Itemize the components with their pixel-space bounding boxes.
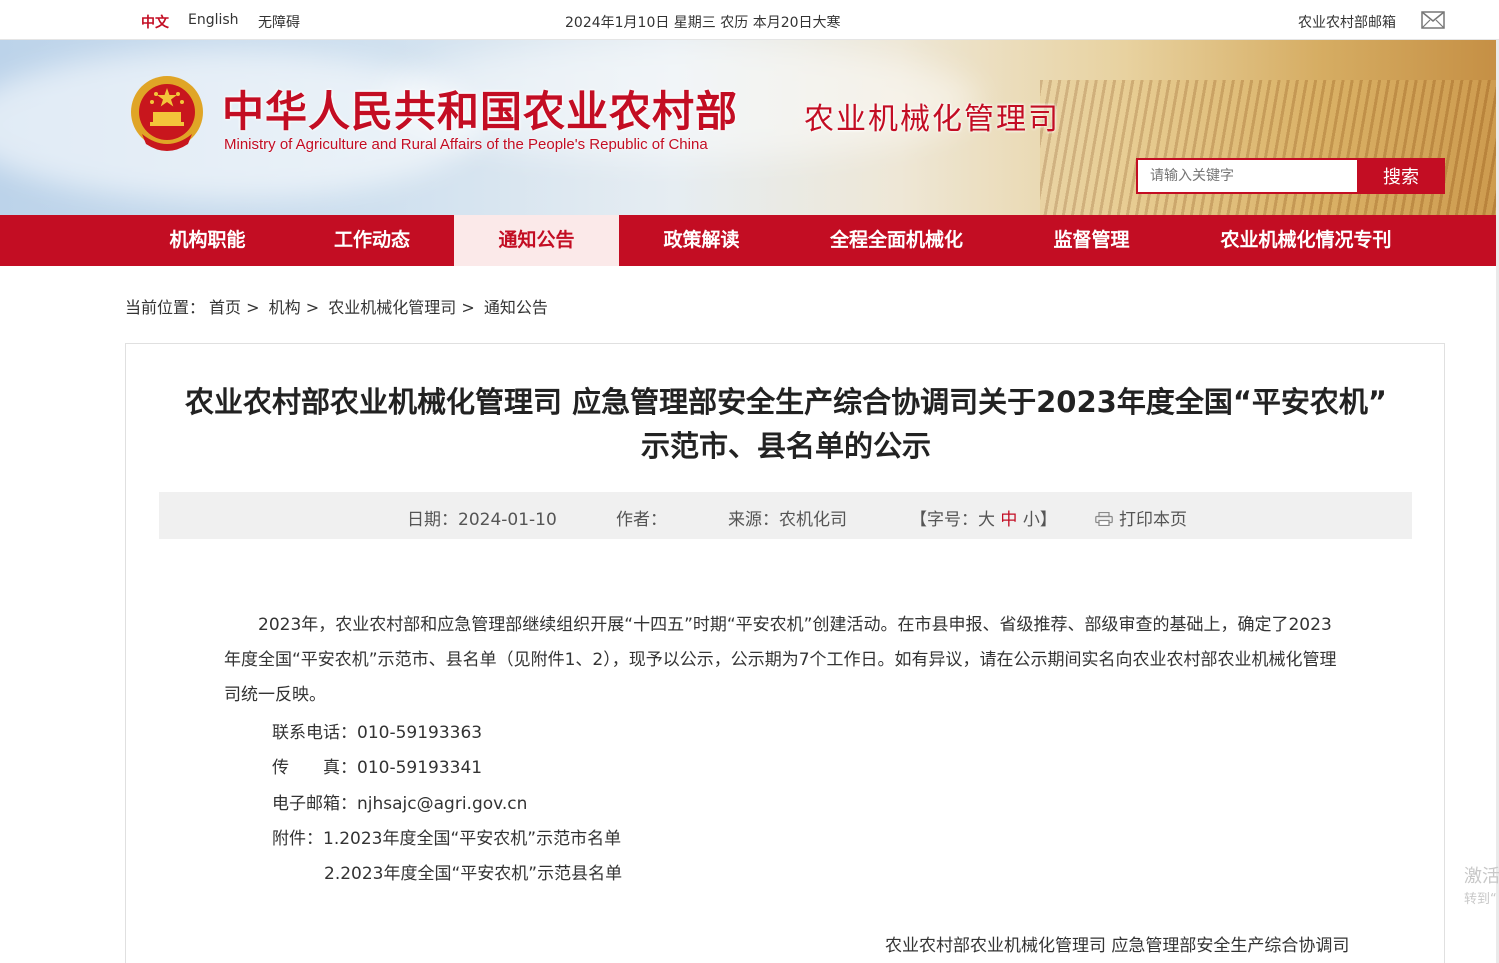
mailbox-link[interactable]: 农业农村部邮箱 <box>1298 12 1396 32</box>
article-meta-bar: 日期：2024-01-10 作者： 来源：农机化司 【字号：大 中 小】 打印本… <box>159 492 1412 539</box>
font-size-medium-button[interactable]: 中 <box>1000 510 1017 530</box>
current-date: 2024年1月10日 星期三 农历 本月20日大寒 <box>565 15 841 31</box>
accessibility-link[interactable]: 无障碍 <box>258 12 300 32</box>
font-size-prefix: 【字号： <box>910 510 978 530</box>
meta-date-label: 日期： <box>407 510 458 530</box>
print-label: 打印本页 <box>1119 510 1187 530</box>
font-size-suffix: 】 <box>1039 510 1057 530</box>
breadcrumb-separator: > <box>246 298 260 317</box>
meta-source: 来源：农机化司 <box>728 505 847 530</box>
site-title[interactable]: 中华人民共和国农业农村部 <box>222 78 738 139</box>
printer-icon <box>1095 512 1113 526</box>
lang-english-link[interactable]: English <box>188 12 239 28</box>
lang-chinese-link[interactable]: 中文 <box>141 12 169 32</box>
nav-item-policy[interactable]: 政策解读 <box>619 215 784 266</box>
article-signature: 农业农村部农业机械化管理司 应急管理部安全生产综合协调司 <box>885 936 1350 956</box>
search-input[interactable] <box>1136 158 1358 194</box>
article-title: 农业农村部农业机械化管理司 应急管理部安全生产综合协调司关于2023年度全国“平… <box>185 385 1387 463</box>
nav-item-supervision[interactable]: 监督管理 <box>1009 215 1174 266</box>
breadcrumb: 当前位置： 首页 > 机构 > 农业机械化管理司 > 通知公告 <box>125 294 548 318</box>
breadcrumb-notices[interactable]: 通知公告 <box>484 298 548 317</box>
meta-author: 作者： <box>616 505 667 530</box>
top-bar: 中文 English 无障碍 2024年1月10日 星期三 农历 本月20日大寒… <box>0 0 1499 40</box>
meta-source-value: 农机化司 <box>779 510 847 530</box>
main-nav: 机构职能 工作动态 通知公告 政策解读 全程全面机械化 监督管理 农业机械化情况… <box>0 215 1499 266</box>
article-body: 2023年，农业农村部和应急管理部继续组织开展“十四五”时期“平安农机”创建活动… <box>224 608 1338 713</box>
font-size-small-button[interactable]: 小 <box>1023 510 1040 530</box>
nav-item-functions[interactable]: 机构职能 <box>125 215 290 266</box>
breadcrumb-prefix: 当前位置： <box>125 298 206 317</box>
meta-date-value: 2024-01-10 <box>458 510 557 530</box>
contact-phone: 联系电话：010-59193363 <box>272 723 483 743</box>
banner-wheat-field <box>1040 80 1499 215</box>
font-size-switcher: 【字号：大 中 小】 <box>910 505 1057 530</box>
search-button[interactable]: 搜索 <box>1357 158 1445 194</box>
activation-watermark: 激活 <box>1464 866 1499 887</box>
nav-item-work-news[interactable]: 工作动态 <box>290 215 454 266</box>
fax-label: 传 真： <box>272 758 357 778</box>
mail-icon[interactable] <box>1421 11 1445 29</box>
department-title: 农业机械化管理司 <box>804 102 1060 137</box>
breadcrumb-home[interactable]: 首页 <box>209 298 241 317</box>
nav-item-notices[interactable]: 通知公告 <box>454 215 619 266</box>
site-subtitle: Ministry of Agriculture and Rural Affair… <box>224 136 708 153</box>
meta-author-label: 作者： <box>616 510 667 530</box>
nav-item-special-issue[interactable]: 农业机械化情况专刊 <box>1174 215 1438 266</box>
meta-date: 日期：2024-01-10 <box>407 505 557 530</box>
attachment-2-link[interactable]: 2.2023年度全国“平安农机”示范县名单 <box>324 859 622 884</box>
activation-watermark-sub: 转到“ <box>1464 892 1497 907</box>
breadcrumb-institution[interactable]: 机构 <box>269 298 301 317</box>
national-emblem-icon <box>131 76 203 151</box>
fax-value: 010-59193341 <box>357 758 483 778</box>
nav-item-mechanization[interactable]: 全程全面机械化 <box>784 215 1009 266</box>
breadcrumb-separator: > <box>305 298 320 317</box>
article-container: 农业农村部农业机械化管理司 应急管理部安全生产综合协调司关于2023年度全国“平… <box>125 343 1445 963</box>
article-paragraph: 2023年，农业农村部和应急管理部继续组织开展“十四五”时期“平安农机”创建活动… <box>224 615 1337 705</box>
meta-source-label: 来源： <box>728 510 779 530</box>
contact-email: 电子邮箱：njhsajc@agri.gov.cn <box>272 794 528 814</box>
attachment-1-link[interactable]: 附件：1.2023年度全国“平安农机”示范市名单 <box>272 824 621 849</box>
print-button[interactable]: 打印本页 <box>1095 505 1187 530</box>
contact-fax: 传 真：010-59193341 <box>272 753 482 778</box>
breadcrumb-department[interactable]: 农业机械化管理司 <box>328 298 456 317</box>
breadcrumb-separator: > <box>461 298 475 317</box>
font-size-large-button[interactable]: 大 <box>978 510 995 530</box>
